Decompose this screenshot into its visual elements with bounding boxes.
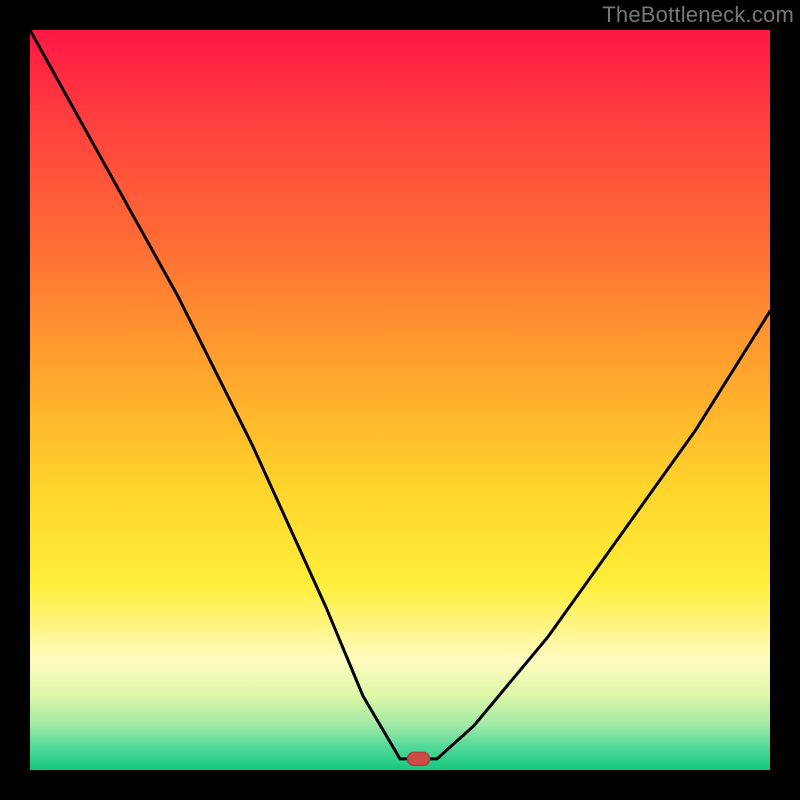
watermark-text: TheBottleneck.com — [602, 2, 794, 28]
stage: TheBottleneck.com — [0, 0, 800, 800]
plot-area — [30, 30, 770, 770]
optimal-point-marker — [30, 30, 770, 770]
